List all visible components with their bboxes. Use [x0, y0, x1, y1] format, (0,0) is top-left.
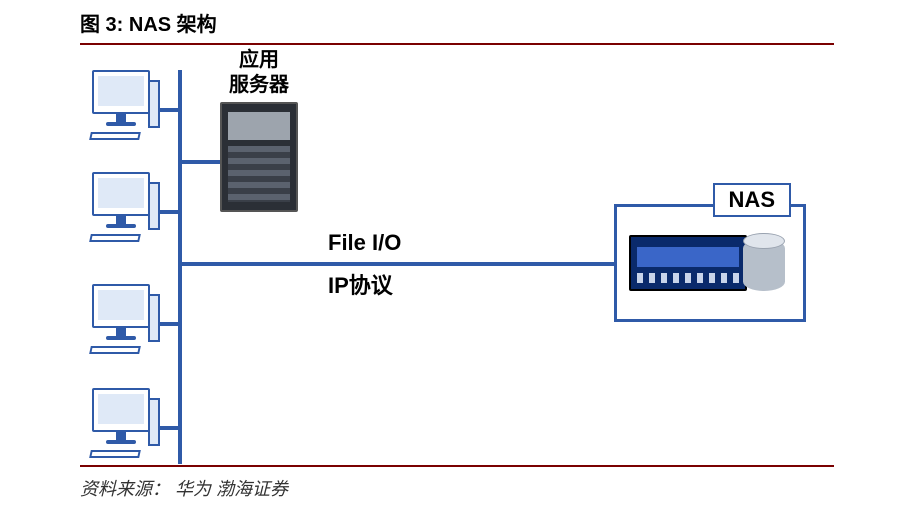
- nas-label: NAS: [713, 183, 791, 217]
- app-server: 应用 服务器: [220, 48, 298, 212]
- protocol-label-fileio: File I/O: [328, 230, 401, 256]
- client-pc-icon: [88, 284, 160, 360]
- server-label-line1: 应用: [239, 49, 279, 71]
- server-icon: [220, 102, 298, 212]
- storage-disk-icon: [743, 239, 785, 291]
- connector-line-fileio: [180, 262, 614, 266]
- client-pc-icon: [88, 388, 160, 464]
- client-pc-icon: [88, 172, 160, 248]
- connector-line: [160, 322, 178, 326]
- server-label: 应用 服务器: [220, 48, 298, 98]
- nas-container: NAS: [614, 204, 806, 322]
- server-label-line2: 服务器: [229, 74, 289, 96]
- diagram-canvas: 应用 服务器 File I/O IP协议 NAS: [80, 44, 834, 474]
- figure-source: 资料来源： 华为 渤海证券: [80, 475, 834, 501]
- protocol-label-ip: IP协议: [328, 268, 393, 300]
- figure-caption: 图 3: NAS 架构: [80, 0, 834, 37]
- connector-line: [160, 210, 178, 214]
- source-value: 华为 渤海证券: [175, 479, 288, 499]
- source-label: 资料来源：: [80, 479, 170, 499]
- nas-device-icon: [629, 235, 747, 291]
- connector-line: [160, 108, 178, 112]
- connector-line: [160, 426, 178, 430]
- client-pc-icon: [88, 70, 160, 146]
- network-bus-vertical: [178, 70, 182, 464]
